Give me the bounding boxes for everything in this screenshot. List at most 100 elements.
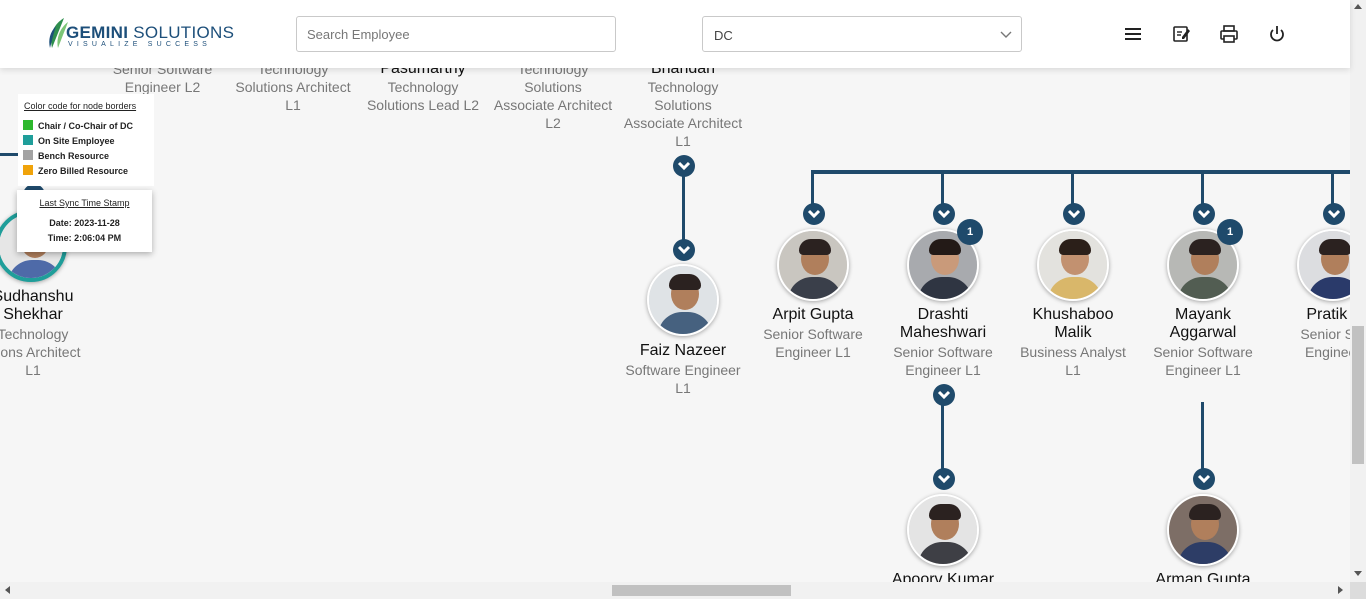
collapse-toggle[interactable] [673,155,695,177]
sync-date: Date: 2023-11-28 [17,218,152,228]
role-line: utions Architect [0,344,81,360]
chevron-down-icon [1193,203,1215,225]
chevron-down-icon [803,203,825,225]
sync-title: Last Sync Time Stamp [39,198,130,208]
logo-brand-2: SOLUTIONS [133,23,235,42]
node-name[interactable]: Pratik J [1270,306,1350,324]
name-line: Shekhar [3,306,63,323]
legend-label: Zero Billed Resource [38,166,129,176]
top-node-3-role: Technology Solutions Lead L2 [360,78,486,114]
vertical-scrollbar[interactable] [1350,0,1366,582]
node-name[interactable]: Faiz Nazeer [620,342,746,360]
logo-text: GEMINI SOLUTIONS [66,23,234,43]
horizontal-scroll-thumb[interactable] [612,585,791,596]
chevron-down-icon [1193,468,1215,490]
border-color-legend: Color code for node borders Chair / Co-C… [18,94,154,186]
menu-icon[interactable] [1122,23,1144,45]
avatar-apoorv-kumar[interactable] [907,494,979,566]
name-line: Malik [1054,324,1092,341]
role-line: Solutions Architect [235,79,351,95]
node-name[interactable]: Apoorv Kumar [880,571,1006,582]
role-line: Software Engineer [625,362,741,378]
chevron-down-icon [1000,31,1012,38]
node-name[interactable]: Drashti Maheshwari [880,306,1006,342]
connector-line [1201,170,1204,206]
reportee-count-badge: 1 [957,219,983,245]
connector-line [682,176,685,240]
edit-note-icon[interactable] [1170,23,1192,45]
avatar-arman-gupta[interactable] [1167,494,1239,566]
connector-line [941,170,944,206]
role-line: Engineer L1 [1165,362,1241,378]
logo-tagline: VISUALIZE SUCCESS [68,41,211,48]
avatar-faiz-nazeer[interactable] [647,264,719,336]
power-icon[interactable] [1266,23,1288,45]
node-role: Senior Software Engineer L1 [878,343,1008,379]
legend-label: On Site Employee [38,136,115,146]
node-name[interactable]: Sudhanshu Shekhar [0,288,96,324]
node-role: Software Engineer L1 [618,361,748,397]
top-node-5-role: Technology Solutions Associate Architect… [618,78,748,150]
role-line: Engineer [1304,344,1350,360]
dc-select[interactable]: DC [702,16,1022,52]
scroll-down-icon[interactable] [1354,571,1362,576]
role-line: Solutions [524,79,582,95]
scroll-right-icon[interactable] [1338,586,1343,594]
role-line: Business Analyst [1020,344,1126,360]
role-line: L2 [545,115,561,131]
connector-line [941,405,944,469]
chevron-down-icon [933,468,955,490]
name-line: Maheshwari [899,324,987,341]
avatar-arpit-gupta[interactable] [777,229,849,301]
legend-label: Chair / Co-Chair of DC [38,121,134,131]
legend-item: Zero Billed Resource [23,165,128,176]
top-header: GEMINI SOLUTIONS VISUALIZE SUCCESS DC [0,0,1350,68]
node-role: Senior Sof Engineer [1268,325,1350,361]
role-line: Senior Software [893,344,993,360]
print-icon[interactable] [1218,23,1240,45]
node-name[interactable]: Arman Gupta [1140,571,1266,582]
role-line: Senior Sof [1300,326,1350,342]
scroll-left-icon[interactable] [5,586,10,594]
scroll-up-icon[interactable] [1354,4,1362,9]
last-sync-card: Last Sync Time Stamp Date: 2023-11-28 Ti… [17,190,152,252]
avatar-khushaboo-malik[interactable] [1037,229,1109,301]
legend-swatch [23,150,33,160]
chevron-down-icon [933,203,955,225]
horizontal-scrollbar[interactable] [0,582,1350,599]
legend-swatch [23,135,33,145]
node-name[interactable]: Arpit Gupta [750,306,876,324]
role-line: Engineer L1 [775,344,851,360]
role-line: Technology [647,79,719,95]
role-line: Associate Architect [623,115,743,131]
node-role: Senior Software Engineer L1 [748,325,878,361]
sync-date-value: 2023-11-28 [74,218,120,228]
connector-line [811,170,1350,174]
connector-line [1201,402,1204,470]
chevron-down-icon [1063,203,1085,225]
sync-time-value: 2:06:04 PM [74,233,122,243]
role-line: L1 [1065,362,1081,378]
name-line: Mayank [1174,306,1232,323]
node-name[interactable]: Khushaboo Malik [1010,306,1136,342]
node-name[interactable]: Mayank Aggarwal [1140,306,1266,342]
chevron-down-icon [1323,203,1345,225]
name-line: Khushaboo [1032,306,1114,323]
avatar-pratik[interactable] [1297,229,1350,301]
sync-time: Time: 2:06:04 PM [17,233,152,243]
role-line: Technology [0,326,69,342]
sync-time-label: Time: [47,233,72,243]
role-line: Associate Architect [493,97,613,113]
role-line: Engineer L1 [905,362,981,378]
search-employee-input[interactable] [296,16,616,52]
role-line: Solutions [654,97,712,113]
role-line: L1 [285,97,301,113]
vertical-scroll-thumb[interactable] [1352,326,1364,464]
top-node-2-role: Technology Solutions Architect L1 [228,60,358,114]
name-line: Aggarwal [1169,324,1237,341]
collapse-toggle[interactable] [933,384,955,406]
gemini-logo[interactable]: GEMINI SOLUTIONS VISUALIZE SUCCESS [46,16,234,52]
legend-title: Color code for node borders [24,101,137,111]
legend-item: Bench Resource [23,150,109,161]
node-role: Technology utions Architect L1 [0,325,96,379]
